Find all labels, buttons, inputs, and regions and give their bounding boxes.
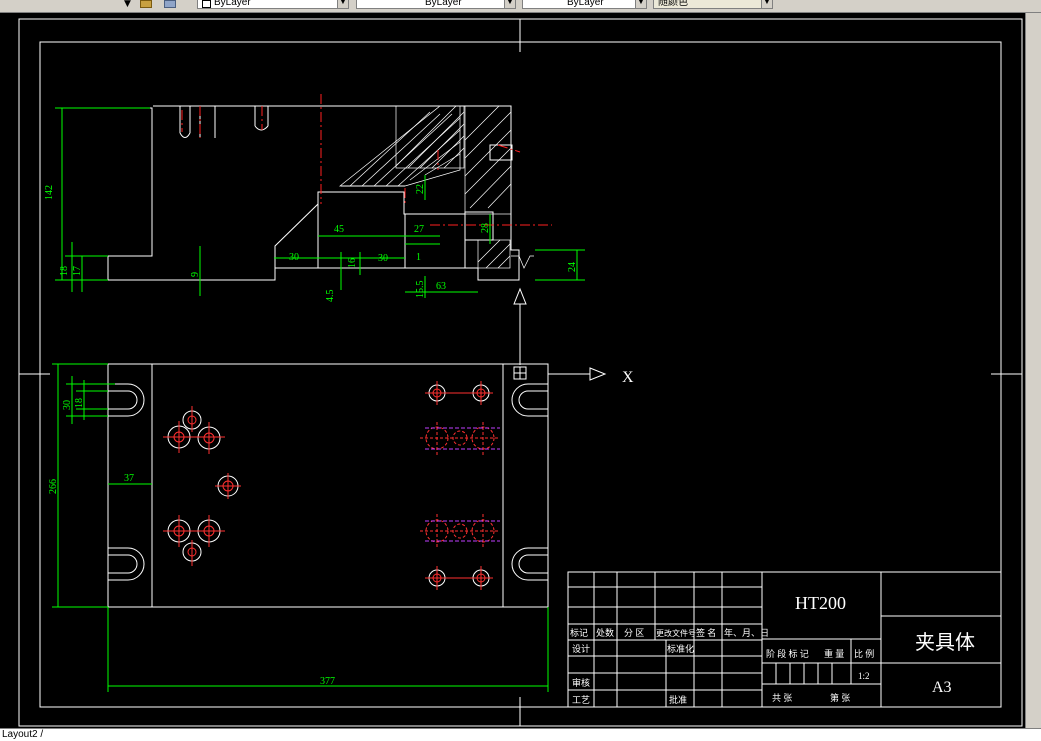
dim-18b: 18 (74, 398, 85, 408)
dim-63: 63 (436, 281, 446, 292)
chevron-down-icon[interactable]: ▼ (337, 0, 348, 8)
ucs-x-label: X (622, 369, 634, 386)
label-signature: 签 名 (696, 627, 716, 638)
label-sheet-no: 第 张 (830, 692, 850, 703)
dim-16: 16 (347, 258, 358, 268)
properties-toolbar: ▼ ByLayer ▼ ByLayer ▼ ByLayer ▼ 随颜色 ▼ (0, 0, 1041, 13)
label-design: 设计 (572, 643, 590, 654)
label-zone: 分 区 (624, 628, 644, 638)
dim-30c: 30 (62, 400, 73, 410)
plan-dimensions (52, 363, 549, 692)
dimension-lines (55, 107, 585, 298)
label-total-sheets: 共 张 (772, 693, 792, 703)
plotstyle-select[interactable]: 随颜色 ▼ (653, 0, 773, 9)
plan-holes (163, 381, 500, 590)
scale-value: 1:2 (858, 671, 870, 681)
ucs-y-arrow (513, 287, 527, 365)
layer-previous-icon[interactable] (164, 0, 176, 8)
sheet-size-text: A3 (932, 679, 952, 696)
label-stage-mark: 阶 段 标 记 (766, 648, 809, 659)
label-weight: 重 量 (824, 648, 844, 659)
dim-30b: 30 (378, 253, 388, 264)
chevron-down-icon[interactable]: ▼ (761, 0, 772, 8)
dim-37: 37 (124, 473, 134, 484)
chevron-down-icon[interactable]: ▼ (635, 0, 646, 8)
dim-142: 142 (44, 185, 55, 200)
layer-states-icon[interactable] (140, 0, 152, 8)
lineweight-select[interactable]: ByLayer ▼ (522, 0, 647, 9)
color-value: ByLayer (214, 0, 251, 8)
lineweight-value: ByLayer (567, 0, 604, 8)
dim-266: 266 (48, 479, 59, 494)
dim-27: 27 (414, 224, 424, 235)
dimension-texts: 142 18 17 9 30 45 16 30 4.5 1 27 22 28 1… (44, 184, 578, 302)
label-standardization: 标准化 (667, 643, 694, 654)
dim-24: 24 (567, 262, 578, 272)
color-swatch-icon (202, 0, 211, 8)
layout-tab-bar: Layout2 / (0, 728, 1041, 741)
chevron-down-icon[interactable]: ▼ (124, 0, 131, 9)
dim-9: 9 (190, 272, 201, 277)
linetype-value: ByLayer (425, 0, 462, 8)
dim-1: 1 (416, 252, 421, 263)
dim-4-5: 4.5 (325, 290, 336, 303)
layout-tab[interactable]: Layout2 / (2, 729, 43, 740)
label-ratio: 比 例 (854, 648, 874, 659)
dim-22: 22 (415, 184, 426, 194)
dim-45: 45 (334, 224, 344, 235)
ucs-x-arrow (548, 367, 607, 381)
linetype-select[interactable]: ByLayer ▼ (356, 0, 516, 9)
dim-17: 17 (72, 266, 83, 276)
drawing-canvas[interactable]: 142 18 17 9 30 45 16 30 4.5 1 27 22 28 1… (0, 13, 1025, 728)
chevron-down-icon[interactable]: ▼ (504, 0, 515, 8)
label-review: 审核 (572, 677, 590, 688)
dim-30a: 30 (289, 252, 299, 263)
label-approve: 批准 (669, 694, 687, 705)
label-date: 年、月、日 (724, 627, 769, 638)
label-change-doc: 更改文件号 (656, 628, 696, 638)
plotstyle-value: 随颜色 (658, 0, 688, 8)
label-count: 处数 (596, 627, 614, 638)
label-mark: 标记 (570, 627, 588, 638)
dim-18: 18 (59, 266, 70, 276)
material-text: HT200 (795, 593, 846, 613)
dim-377: 377 (320, 676, 335, 687)
dim-15-5: 15.5 (415, 281, 426, 299)
title-block-text: 标记 处数 分 区 更改文件号 签 名 年、月、日 设计 标准化 审核 工艺 批… (570, 593, 975, 705)
dim-28: 28 (480, 223, 491, 233)
part-name-text: 夹具体 (915, 631, 975, 654)
vertical-scrollbar[interactable] (1025, 13, 1041, 728)
color-select[interactable]: ByLayer ▼ (197, 0, 349, 9)
label-process: 工艺 (572, 695, 590, 705)
